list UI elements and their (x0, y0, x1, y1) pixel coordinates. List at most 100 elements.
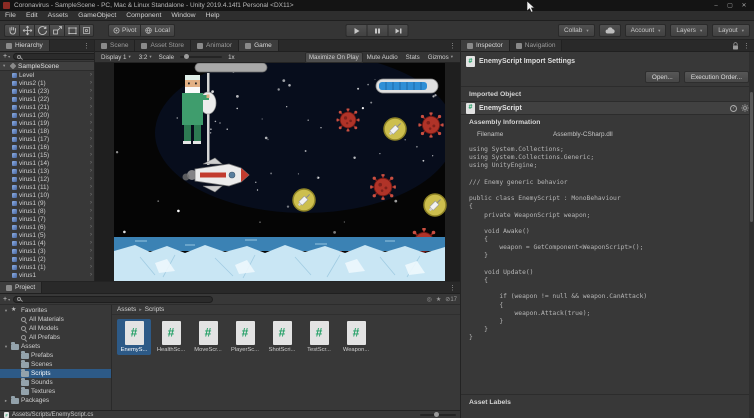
menu-item[interactable]: Edit (21, 11, 43, 20)
cloud-icon[interactable] (598, 24, 621, 37)
hierarchy-item[interactable]: virus1 (18) (0, 127, 94, 135)
inspector-scrollbar[interactable] (749, 52, 754, 418)
project-tree-item[interactable]: ▾ Favorites (0, 306, 111, 315)
account-dropdown[interactable]: Account (624, 24, 667, 37)
hierarchy-item[interactable]: virus1 (13) (0, 167, 94, 175)
menu-item[interactable]: File (0, 11, 21, 20)
rotate-tool-icon[interactable] (34, 24, 49, 37)
hidden-packages-toggle[interactable]: ⊘17 (445, 296, 457, 303)
step-button[interactable] (387, 24, 409, 37)
hierarchy-item[interactable]: virus1 (8) (0, 207, 94, 215)
close-button[interactable]: ✕ (737, 1, 751, 11)
inspector-scrollbar-thumb[interactable] (750, 92, 753, 222)
script-file-item[interactable]: HealthSc... (154, 319, 188, 355)
hierarchy-item[interactable]: virus1 (3) (0, 247, 94, 255)
panel-menu-icon[interactable]: ⋮ (449, 42, 456, 50)
menu-item[interactable]: Help (201, 11, 225, 20)
hierarchy-item[interactable]: virus1 (20) (0, 111, 94, 119)
layout-dropdown[interactable]: Layout (712, 24, 750, 37)
project-tree-item[interactable]: Sounds (0, 377, 111, 387)
lock-icon[interactable] (732, 41, 739, 50)
project-tree-item[interactable]: Scenes (0, 359, 111, 369)
script-file-item[interactable]: Weapon... (339, 319, 373, 355)
project-tree-item[interactable]: ▾ Assets (0, 341, 111, 351)
aspect-dropdown[interactable]: 3:2 (136, 52, 155, 63)
menu-item[interactable]: Window (166, 11, 200, 20)
hierarchy-search-input[interactable] (23, 53, 94, 60)
project-tree-item[interactable]: Textures (0, 386, 111, 396)
scale-slider-handle[interactable] (184, 54, 190, 59)
create-object-button[interactable]: + (3, 53, 10, 60)
hierarchy-item[interactable]: virus1 (21) (0, 103, 94, 111)
game-viewport[interactable] (95, 63, 460, 281)
panel-menu-icon[interactable]: ⋮ (83, 42, 90, 50)
hierarchy-item[interactable]: virus1 (7) (0, 215, 94, 223)
foldout-icon[interactable]: ▾ (3, 63, 8, 69)
tab-project[interactable]: Project (0, 282, 43, 293)
project-tree-item[interactable]: Prefabs (0, 350, 111, 360)
menu-item[interactable]: Component (121, 11, 166, 20)
hierarchy-item[interactable]: virus1 (4) (0, 239, 94, 247)
breadcrumb-root[interactable]: Assets (117, 306, 136, 313)
script-file-item[interactable]: TestScr... (302, 319, 336, 355)
game-toolbar-button[interactable]: Gizmos (424, 52, 457, 63)
hierarchy-item[interactable]: virus1 (15) (0, 151, 94, 159)
view-tab[interactable]: Game (239, 40, 279, 51)
hierarchy-item[interactable]: virus1 (10) (0, 191, 94, 199)
hierarchy-item[interactable]: Level (0, 71, 94, 79)
execution-order-button[interactable]: Execution Order... (683, 71, 749, 83)
tab-hierarchy[interactable]: Hierarchy (0, 40, 50, 51)
script-file-item[interactable]: EnemyS... (117, 319, 151, 355)
layers-dropdown[interactable]: Layers (670, 24, 709, 37)
hierarchy-item[interactable]: virus1 (0, 271, 94, 279)
foldout-icon[interactable]: ▾ (3, 308, 9, 314)
display-dropdown[interactable]: Display 1 (98, 52, 134, 63)
hierarchy-item[interactable]: virus1 (1) (0, 263, 94, 271)
project-tree-item[interactable]: All Prefabs (0, 333, 111, 342)
view-tab[interactable]: Animator (191, 40, 240, 51)
scene-header-row[interactable]: ▾ SampleScene (0, 62, 94, 71)
script-file-item[interactable]: MoveScr... (191, 319, 225, 355)
game-toolbar-button[interactable]: Maximize On Play (304, 51, 363, 63)
help-icon[interactable]: ? (730, 104, 737, 112)
project-tree-item[interactable]: Scripts (0, 368, 111, 378)
hierarchy-item[interactable]: virus1 (2) (0, 255, 94, 263)
hierarchy-item[interactable]: virus1 (23) (0, 87, 94, 95)
script-file-item[interactable]: ShotScri... (265, 319, 299, 355)
hierarchy-item[interactable]: virus1 (11) (0, 183, 94, 191)
hierarchy-item[interactable]: virus1 (5) (0, 231, 94, 239)
hierarchy-item[interactable]: virus1 (9) (0, 199, 94, 207)
foldout-icon[interactable]: ▾ (3, 344, 9, 350)
project-tree-item[interactable]: ▸ Packages (0, 395, 111, 405)
inspector-tab[interactable]: Navigation (509, 40, 563, 51)
scale-slider[interactable] (180, 54, 223, 59)
project-tree-item[interactable]: All Models (0, 324, 111, 333)
hierarchy-item[interactable]: virus1 (14) (0, 159, 94, 167)
create-asset-button[interactable]: + (3, 296, 10, 303)
game-toolbar-button[interactable]: Mute Audio (363, 52, 402, 63)
menu-item[interactable]: Assets (43, 11, 73, 20)
gear-icon[interactable] (741, 104, 749, 112)
script-file-item[interactable]: PlayerSc... (228, 319, 262, 355)
game-toolbar-button[interactable]: Stats (402, 52, 424, 63)
hierarchy-item[interactable]: virus1 (12) (0, 175, 94, 183)
panel-menu-icon[interactable]: ⋮ (449, 284, 456, 292)
hand-tool-icon[interactable] (4, 24, 19, 37)
project-search-input[interactable] (23, 296, 210, 302)
icon-size-slider[interactable] (420, 411, 456, 417)
open-button[interactable]: Open... (644, 71, 680, 83)
view-tab[interactable]: Scene (95, 40, 136, 51)
hierarchy-item[interactable]: virus1 (16) (0, 143, 94, 151)
pivot-toggle-button[interactable]: Pivot (108, 24, 141, 37)
scale-tool-icon[interactable] (49, 24, 64, 37)
breadcrumb-current[interactable]: Scripts (145, 306, 165, 313)
rect-tool-icon[interactable] (64, 24, 79, 37)
hierarchy-item[interactable]: virus2 (1) (0, 79, 94, 87)
pause-button[interactable] (366, 24, 388, 37)
project-tree-item[interactable]: All Materials (0, 315, 111, 324)
view-tab[interactable]: Asset Store (135, 40, 192, 51)
icon-size-slider-handle[interactable] (434, 411, 440, 417)
hierarchy-item[interactable]: virus1 (6) (0, 223, 94, 231)
hierarchy-item[interactable]: virus1 (22) (0, 95, 94, 103)
collab-dropdown[interactable]: Collab (557, 24, 595, 37)
